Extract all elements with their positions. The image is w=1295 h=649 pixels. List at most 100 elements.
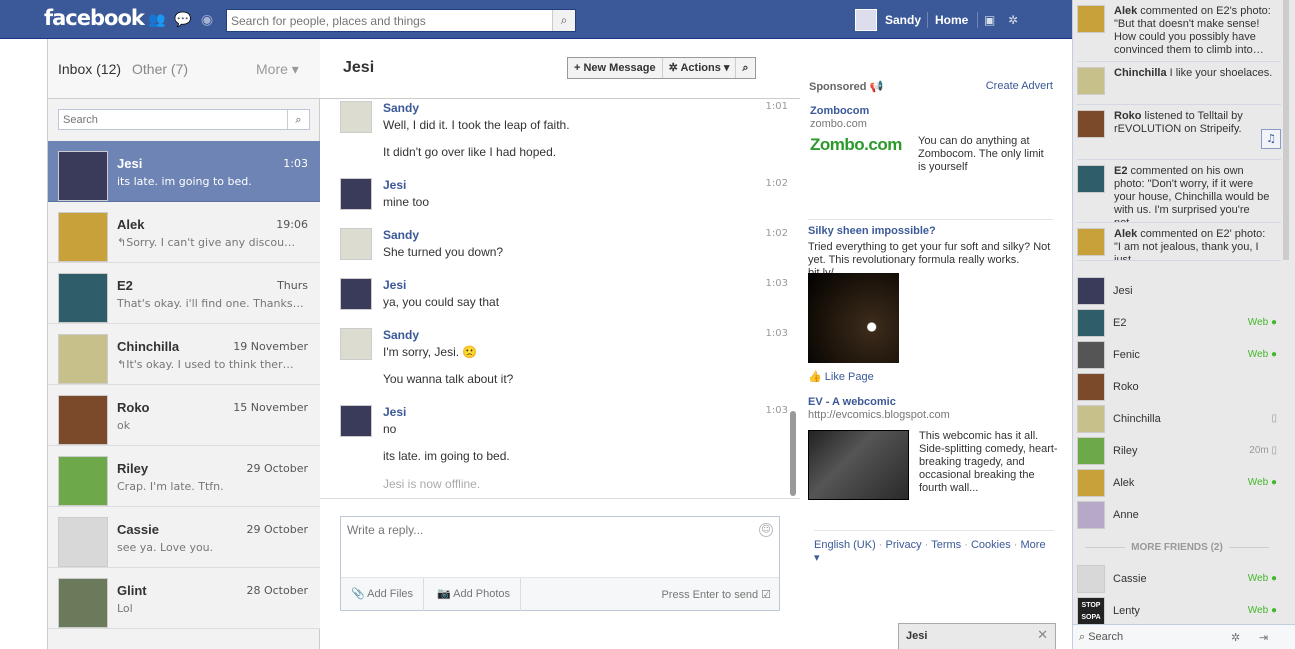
chat-friend[interactable]: Riley 20m ▯ bbox=[1077, 435, 1277, 467]
facebook-logo[interactable]: facebook bbox=[44, 6, 145, 30]
press-enter-toggle[interactable]: Press Enter to send ☑ bbox=[661, 588, 771, 601]
message-text: She turned you down? bbox=[383, 245, 504, 259]
add-files-button[interactable]: 📎 Add Files bbox=[341, 578, 425, 611]
ad-image[interactable] bbox=[808, 273, 899, 363]
thread-name: Alek bbox=[117, 217, 145, 232]
message-sender[interactable]: Sandy bbox=[383, 328, 419, 342]
search-icon[interactable]: ⌕ bbox=[287, 110, 309, 129]
ad-title[interactable]: Silky sheen impossible? bbox=[808, 225, 936, 237]
tab-inbox[interactable]: Inbox (12) bbox=[58, 61, 121, 77]
thread-item[interactable]: E2 Thurs That's okay. i'll find one. Thank… bbox=[48, 263, 320, 324]
thread-snippet: ok bbox=[117, 419, 131, 432]
search-icon[interactable]: ⌕ bbox=[552, 10, 575, 31]
avatar bbox=[1077, 405, 1105, 433]
message-time: 1:03 bbox=[765, 328, 788, 339]
chat-friend-name: Roko bbox=[1113, 381, 1139, 393]
ad-ev-webcomic[interactable]: EV - A webcomic http://evcomics.blogspot… bbox=[808, 394, 1058, 524]
avatar bbox=[1077, 469, 1105, 497]
search-conversation-button[interactable]: ⌕ bbox=[736, 58, 754, 78]
footer-privacy[interactable]: Privacy bbox=[886, 539, 922, 551]
chat-options-gear-icon[interactable]: ✲ bbox=[1231, 631, 1240, 644]
avatar[interactable] bbox=[340, 405, 372, 437]
music-note-icon[interactable]: ♫ bbox=[1261, 129, 1281, 149]
reply-input[interactable] bbox=[341, 517, 779, 577]
footer-language[interactable]: English (UK) bbox=[814, 539, 876, 551]
sponsored-label: Sponsored 📢 bbox=[809, 81, 884, 93]
chat-friend[interactable]: Cassie Web ● bbox=[1077, 563, 1277, 595]
like-page-link[interactable]: 👍 Like Page bbox=[808, 370, 874, 383]
chat-search[interactable]: ⌕ Search bbox=[1079, 631, 1123, 644]
footer-separator: · bbox=[1013, 539, 1018, 551]
ad-image[interactable] bbox=[808, 430, 909, 500]
thread-item[interactable]: Jesi 1:03 its late. im going to bed. bbox=[48, 141, 320, 202]
inbox-search-input[interactable] bbox=[59, 110, 287, 129]
chat-friend[interactable]: Alek Web ● bbox=[1077, 467, 1277, 499]
ad-title[interactable]: EV - A webcomic bbox=[808, 396, 896, 408]
notifications-globe-icon[interactable]: ◉ bbox=[199, 12, 215, 28]
chat-status: Web ● bbox=[1247, 605, 1277, 616]
thread-item[interactable]: Glint 28 October Lol bbox=[48, 568, 320, 629]
emoticon-icon[interactable]: ☺ bbox=[759, 523, 773, 537]
add-photos-button[interactable]: 📷 Add Photos bbox=[427, 578, 522, 611]
footer-terms[interactable]: Terms bbox=[931, 539, 961, 551]
ad-title[interactable]: Zombocom bbox=[810, 105, 869, 117]
message-time: 1:03 bbox=[765, 278, 788, 289]
chat-friend[interactable]: STOP SOPA Lenty Web ● bbox=[1077, 595, 1277, 627]
message-time: 1:02 bbox=[765, 228, 788, 239]
avatar[interactable] bbox=[340, 278, 372, 310]
ad-silky-sheen[interactable]: Silky sheen impossible? Tried everything… bbox=[808, 219, 1053, 392]
top-search: ⌕ bbox=[226, 9, 576, 32]
friend-requests-icon[interactable]: 👥 bbox=[148, 12, 165, 28]
gear-icon[interactable]: ✲ bbox=[1008, 13, 1018, 27]
chat-friend[interactable]: Roko bbox=[1077, 371, 1277, 403]
ticker-item[interactable]: Chinchilla I like your shoelaces. bbox=[1077, 62, 1281, 105]
thread-name: Roko bbox=[117, 400, 150, 415]
avatar[interactable] bbox=[340, 328, 372, 360]
more-dropdown[interactable]: More ▾ bbox=[256, 61, 299, 78]
tab-other[interactable]: Other (7) bbox=[132, 61, 188, 77]
footer-cookies[interactable]: Cookies bbox=[971, 539, 1011, 551]
thread-item[interactable]: Chinchilla 19 November ↰It's okay. I used … bbox=[48, 324, 320, 385]
chat-friend[interactable]: Chinchilla ▯ bbox=[1077, 403, 1277, 435]
avatar bbox=[1077, 309, 1105, 337]
chat-friend[interactable]: Fenic Web ● bbox=[1077, 339, 1277, 371]
close-icon[interactable]: ✕ bbox=[1037, 628, 1048, 643]
thread-item[interactable]: Roko 15 November ok bbox=[48, 385, 320, 446]
avatar[interactable] bbox=[340, 228, 372, 260]
thread-snippet: ↰Sorry. I can't give any discou… bbox=[117, 236, 296, 249]
chat-friend[interactable]: E2 Web ● bbox=[1077, 307, 1277, 339]
thread-item[interactable]: Alek 19:06 ↰Sorry. I can't give any discou… bbox=[48, 202, 320, 263]
zombocom-logo[interactable]: Zombo.com bbox=[810, 135, 910, 157]
avatar[interactable] bbox=[340, 178, 372, 210]
message-list[interactable]: Sandy 1:01 Well, I did it. I took the leap… bbox=[320, 99, 800, 499]
message-sender[interactable]: Jesi bbox=[383, 405, 406, 419]
ticker-item[interactable]: E2 commented on his own photo: "Don't wo… bbox=[1077, 160, 1281, 223]
messages-icon[interactable]: 💬 bbox=[174, 12, 191, 28]
chat-friend[interactable]: Anne bbox=[1077, 499, 1277, 531]
ticker-item[interactable]: Roko listened to Telltail by rEVOLUTION … bbox=[1077, 105, 1281, 160]
avatar[interactable] bbox=[340, 101, 372, 133]
chat-friend[interactable]: Jesi bbox=[1077, 275, 1277, 307]
chat-friend-name: Jesi bbox=[1113, 285, 1133, 297]
message-sender[interactable]: Sandy bbox=[383, 228, 419, 242]
message-sender[interactable]: Jesi bbox=[383, 278, 406, 292]
message-sender[interactable]: Jesi bbox=[383, 178, 406, 192]
actions-dropdown[interactable]: ✲ Actions ▾ bbox=[663, 58, 737, 78]
thread-item[interactable]: Cassie 29 October see ya. Love you. bbox=[48, 507, 320, 568]
ticker-item[interactable]: Alek commented on E2' photo: "I am not j… bbox=[1077, 223, 1281, 261]
privacy-lock-icon[interactable]: ▣ bbox=[984, 13, 995, 27]
ad-zombocom[interactable]: Zombocom zombo.com Zombo.com You can do … bbox=[808, 99, 1053, 217]
ticker-scrollbar[interactable] bbox=[1283, 0, 1289, 260]
chat-tab-jesi[interactable]: Jesi ✕ bbox=[898, 623, 1056, 649]
ticker-item[interactable]: Alek commented on E2's photo: "But that … bbox=[1077, 0, 1281, 62]
create-advert-link[interactable]: Create Advert bbox=[986, 80, 1053, 92]
scrollbar[interactable] bbox=[790, 411, 796, 496]
main-area: Inbox (12) Other (7) More ▾ ⌕ Jesi 1:03 it… bbox=[0, 39, 1072, 649]
top-search-input[interactable] bbox=[227, 10, 552, 31]
conversation-header: Jesi + New Message ✲ Actions ▾ ⌕ bbox=[320, 39, 800, 99]
chat-popout-icon[interactable]: ⇥ bbox=[1259, 631, 1268, 644]
message-sender[interactable]: Sandy bbox=[383, 101, 419, 115]
thread-item[interactable]: Riley 29 October Crap. I'm late. Ttfn. bbox=[48, 446, 320, 507]
new-message-button[interactable]: + New Message bbox=[568, 58, 663, 78]
home-link[interactable]: Home bbox=[935, 13, 968, 27]
